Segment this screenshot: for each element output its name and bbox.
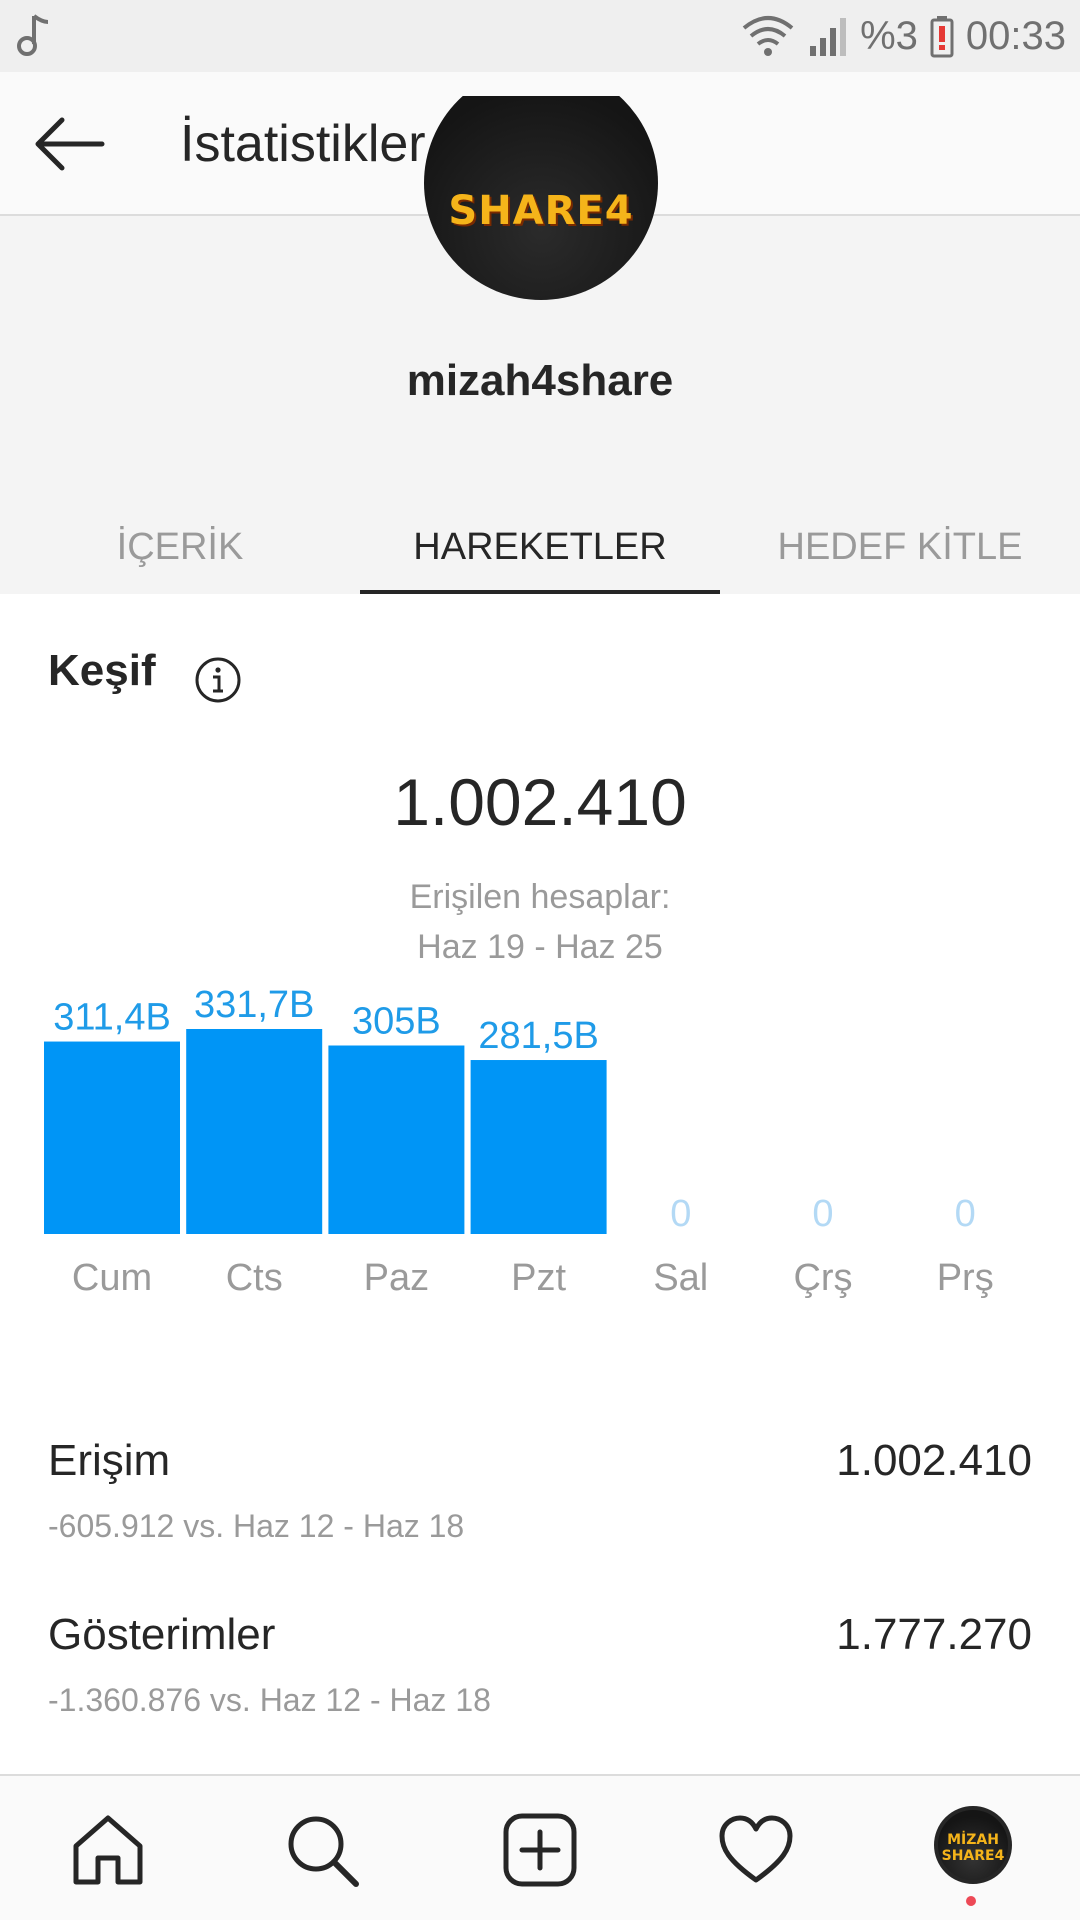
reach-subtitle-label: Erişilen hesaplar: [409, 878, 671, 916]
tab-audience[interactable]: HEDEF KİTLE [720, 476, 1080, 594]
chart-category-label: Cts [226, 1257, 283, 1299]
chart-bar-3 [470, 1060, 607, 1234]
chart-category-label: Paz [364, 1257, 429, 1299]
profile-header: SHARE4 mizah4share İÇERİK HAREKETLER HED… [0, 96, 1080, 594]
metric-comparison: -1.360.876 vs. Haz 12 - Haz 18 [48, 1682, 491, 1718]
chart-value-label: 0 [812, 1193, 833, 1235]
chart-category-label: Cum [72, 1257, 152, 1299]
daily-reach-chart: 311,4B Cum 331,7B Cts 305B Paz 281,5B Pzt 0 Sal 0 Ç… [44, 984, 994, 1299]
info-icon[interactable] [194, 656, 242, 704]
profile-avatar-button[interactable]: MİZAH SHARE4 [934, 1806, 1012, 1884]
status-bar: %3 00:33 [0, 0, 1080, 72]
battery-alert-icon [930, 16, 954, 58]
chart-value-label: 305B [352, 1001, 441, 1043]
chart-bar-1 [186, 1029, 323, 1234]
home-icon[interactable] [70, 1812, 146, 1888]
metric-value: 1.777.270 [836, 1610, 1032, 1659]
profile-avatar: SHARE4 [424, 96, 658, 300]
metric-comparison: -605.912 vs. Haz 12 - Haz 18 [48, 1508, 465, 1544]
chart-category-label: Çrş [793, 1257, 852, 1299]
insights-tabs: İÇERİK HAREKETLER HEDEF KİTLE [0, 476, 1080, 594]
metric-label: Gösterimler [48, 1610, 276, 1659]
chart-category-label: Prş [937, 1257, 994, 1299]
page-title: İstatistikler [180, 115, 426, 173]
chart-value-label: 311,4B [53, 997, 171, 1039]
section-title: Keşif [48, 646, 156, 695]
notification-dot [966, 1896, 976, 1906]
chart-value-label: 0 [670, 1193, 691, 1235]
chart-category-label: Sal [653, 1257, 708, 1299]
arrow-left-icon[interactable] [30, 112, 110, 176]
heart-icon[interactable] [718, 1812, 794, 1888]
tab-content[interactable]: İÇERİK [0, 476, 360, 594]
avatar-logo-text: MİZAH SHARE4 [941, 1832, 1005, 1864]
wifi-icon [742, 16, 794, 56]
clock: 00:33 [965, 13, 1066, 58]
avatar-logo-text: SHARE4 [448, 188, 634, 234]
metric-value: 1.002.410 [836, 1436, 1032, 1485]
activity-content: Keşif 1.002.410 Erişilen hesaplar: Haz 1… [0, 594, 1080, 1774]
metric-reach: Erişim 1.002.410 -605.912 vs. Haz 12 - H… [48, 1436, 1032, 1576]
metric-label: Erişim [48, 1436, 171, 1485]
chart-value-label: 331,7B [194, 984, 314, 1026]
add-post-icon[interactable] [502, 1812, 578, 1888]
reach-subtitle: Erişilen hesaplar: Haz 19 - Haz 25 [0, 872, 1080, 972]
battery-percentage: %3 [860, 13, 918, 58]
username: mizah4share [406, 356, 674, 405]
chart-value-label: 281,5B [478, 1015, 598, 1057]
tab-activity[interactable]: HAREKETLER [360, 476, 720, 594]
chart-bar-0 [44, 1041, 180, 1234]
metric-impressions: Gösterimler 1.777.270 -1.360.876 vs. Haz… [48, 1610, 1032, 1750]
reach-date-range: Haz 19 - Haz 25 [417, 928, 663, 966]
bottom-navigation: MİZAH SHARE4 [0, 1774, 1080, 1920]
chart-bar-2 [328, 1045, 465, 1234]
chart-category-label: Pzt [511, 1257, 566, 1299]
chart-value-label: 0 [955, 1193, 976, 1235]
signal-icon [810, 18, 847, 56]
search-icon[interactable] [284, 1812, 360, 1888]
reach-total: 1.002.410 [393, 765, 687, 839]
music-note-icon [17, 14, 49, 56]
